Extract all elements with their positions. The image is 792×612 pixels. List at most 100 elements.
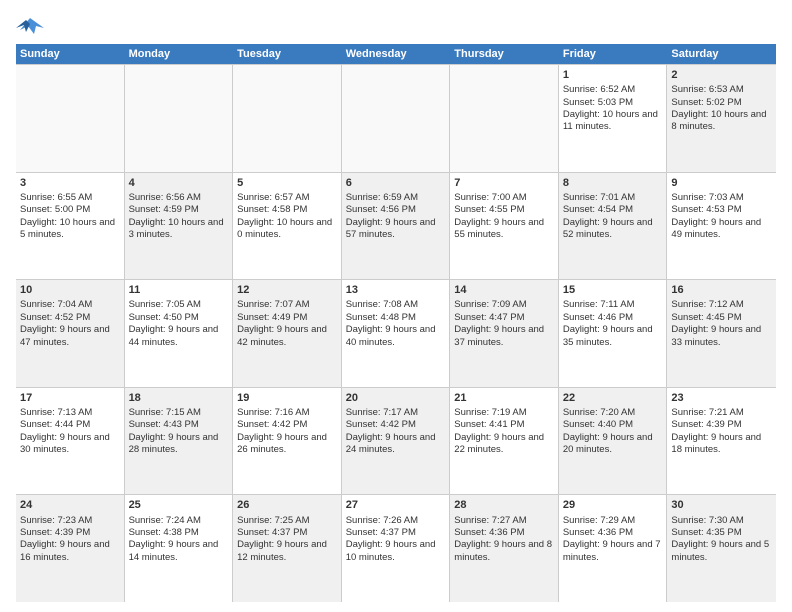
sunset-text: Sunset: 5:02 PM xyxy=(671,97,772,109)
cal-cell-12: 12Sunrise: 7:07 AMSunset: 4:49 PMDayligh… xyxy=(233,280,342,387)
logo-icon xyxy=(16,14,44,38)
cal-cell-10: 10Sunrise: 7:04 AMSunset: 4:52 PMDayligh… xyxy=(16,280,125,387)
daylight-text: Daylight: 9 hours and 12 minutes. xyxy=(237,539,337,564)
cal-row-2: 10Sunrise: 7:04 AMSunset: 4:52 PMDayligh… xyxy=(16,279,776,387)
sunrise-text: Sunrise: 7:30 AM xyxy=(671,515,772,527)
sunrise-text: Sunrise: 6:56 AM xyxy=(129,192,229,204)
daylight-text: Daylight: 9 hours and 5 minutes. xyxy=(671,539,772,564)
cal-cell-24: 24Sunrise: 7:23 AMSunset: 4:39 PMDayligh… xyxy=(16,495,125,602)
cal-cell-28: 28Sunrise: 7:27 AMSunset: 4:36 PMDayligh… xyxy=(450,495,559,602)
sunrise-text: Sunrise: 6:59 AM xyxy=(346,192,446,204)
sunrise-text: Sunrise: 7:29 AM xyxy=(563,515,663,527)
cal-cell-30: 30 Sunrise: 7:30 AMSunset: 4:35 PMDayligh… xyxy=(667,495,776,602)
sunrise-text: Sunrise: 7:11 AM xyxy=(563,299,663,311)
weekday-header-friday: Friday xyxy=(559,44,668,64)
cal-cell-9: 9Sunrise: 7:03 AMSunset: 4:53 PMDaylight… xyxy=(667,173,776,280)
weekday-header-wednesday: Wednesday xyxy=(342,44,451,64)
sunset-text: Sunset: 4:44 PM xyxy=(20,419,120,431)
cal-cell-3: 3Sunrise: 6:55 AMSunset: 5:00 PMDaylight… xyxy=(16,173,125,280)
day-number: 4 xyxy=(129,176,229,190)
sunrise-text: Sunrise: 7:20 AM xyxy=(563,407,663,419)
day-number: 6 xyxy=(346,176,446,190)
day-number: 18 xyxy=(129,391,229,405)
day-number: 2 xyxy=(671,68,772,82)
sunset-text: Sunset: 5:00 PM xyxy=(20,204,120,216)
daylight-text: Daylight: 9 hours and 57 minutes. xyxy=(346,217,446,242)
day-number: 30 xyxy=(671,498,772,512)
sunrise-text: Sunrise: 7:24 AM xyxy=(129,515,229,527)
cal-cell-20: 20Sunrise: 7:17 AMSunset: 4:42 PMDayligh… xyxy=(342,388,451,495)
daylight-text: Daylight: 10 hours and 11 minutes. xyxy=(563,109,663,134)
cal-cell-19: 19Sunrise: 7:16 AMSunset: 4:42 PMDayligh… xyxy=(233,388,342,495)
sunset-text: Sunset: 4:36 PM xyxy=(454,527,554,539)
cal-row-3: 17Sunrise: 7:13 AMSunset: 4:44 PMDayligh… xyxy=(16,387,776,495)
sunrise-text: Sunrise: 7:17 AM xyxy=(346,407,446,419)
sunrise-text: Sunrise: 7:21 AM xyxy=(671,407,772,419)
weekday-header-sunday: Sunday xyxy=(16,44,125,64)
cal-cell-14: 14Sunrise: 7:09 AMSunset: 4:47 PMDayligh… xyxy=(450,280,559,387)
day-number: 22 xyxy=(563,391,663,405)
cal-cell-29: 29Sunrise: 7:29 AMSunset: 4:36 PMDayligh… xyxy=(559,495,668,602)
daylight-text: Daylight: 9 hours and 44 minutes. xyxy=(129,324,229,349)
weekday-header-monday: Monday xyxy=(125,44,234,64)
sunrise-text: Sunrise: 6:52 AM xyxy=(563,84,663,96)
cal-cell-empty-0-0 xyxy=(16,65,125,172)
calendar: SundayMondayTuesdayWednesdayThursdayFrid… xyxy=(16,44,776,602)
daylight-text: Daylight: 10 hours and 0 minutes. xyxy=(237,217,337,242)
daylight-text: Daylight: 9 hours and 8 minutes. xyxy=(454,539,554,564)
sunset-text: Sunset: 4:36 PM xyxy=(563,527,663,539)
sunset-text: Sunset: 4:38 PM xyxy=(129,527,229,539)
sunrise-text: Sunrise: 7:09 AM xyxy=(454,299,554,311)
daylight-text: Daylight: 9 hours and 33 minutes. xyxy=(671,324,772,349)
sunset-text: Sunset: 4:47 PM xyxy=(454,312,554,324)
daylight-text: Daylight: 9 hours and 26 minutes. xyxy=(237,432,337,457)
sunrise-text: Sunrise: 7:04 AM xyxy=(20,299,120,311)
sunrise-text: Sunrise: 7:00 AM xyxy=(454,192,554,204)
sunset-text: Sunset: 4:39 PM xyxy=(671,419,772,431)
cal-cell-11: 11 Sunrise: 7:05 AMSunset: 4:50 PMDayligh… xyxy=(125,280,234,387)
cal-cell-17: 17Sunrise: 7:13 AMSunset: 4:44 PMDayligh… xyxy=(16,388,125,495)
sunset-text: Sunset: 4:49 PM xyxy=(237,312,337,324)
day-number: 19 xyxy=(237,391,337,405)
daylight-text: Daylight: 10 hours and 3 minutes. xyxy=(129,217,229,242)
daylight-text: Daylight: 9 hours and 49 minutes. xyxy=(671,217,772,242)
day-number: 10 xyxy=(20,283,120,297)
weekday-header-thursday: Thursday xyxy=(450,44,559,64)
cal-row-0: 1Sunrise: 6:52 AMSunset: 5:03 PMDaylight… xyxy=(16,64,776,172)
sunset-text: Sunset: 4:50 PM xyxy=(129,312,229,324)
sunset-text: Sunset: 4:45 PM xyxy=(671,312,772,324)
sunrise-text: Sunrise: 7:16 AM xyxy=(237,407,337,419)
sunset-text: Sunset: 4:56 PM xyxy=(346,204,446,216)
sunset-text: Sunset: 4:37 PM xyxy=(237,527,337,539)
day-number: 11 xyxy=(129,283,229,297)
cal-row-1: 3Sunrise: 6:55 AMSunset: 5:00 PMDaylight… xyxy=(16,172,776,280)
cal-cell-6: 6 Sunrise: 6:59 AMSunset: 4:56 PMDaylight… xyxy=(342,173,451,280)
daylight-text: Daylight: 9 hours and 52 minutes. xyxy=(563,217,663,242)
sunset-text: Sunset: 4:41 PM xyxy=(454,419,554,431)
calendar-body: 1Sunrise: 6:52 AMSunset: 5:03 PMDaylight… xyxy=(16,64,776,602)
daylight-text: Daylight: 9 hours and 14 minutes. xyxy=(129,539,229,564)
day-number: 15 xyxy=(563,283,663,297)
day-number: 3 xyxy=(20,176,120,190)
sunset-text: Sunset: 4:35 PM xyxy=(671,527,772,539)
cal-cell-22: 22Sunrise: 7:20 AMSunset: 4:40 PMDayligh… xyxy=(559,388,668,495)
day-number: 9 xyxy=(671,176,772,190)
day-number: 25 xyxy=(129,498,229,512)
sunset-text: Sunset: 4:55 PM xyxy=(454,204,554,216)
day-number: 7 xyxy=(454,176,554,190)
daylight-text: Daylight: 9 hours and 37 minutes. xyxy=(454,324,554,349)
cal-cell-7: 7Sunrise: 7:00 AMSunset: 4:55 PMDaylight… xyxy=(450,173,559,280)
cal-cell-8: 8Sunrise: 7:01 AMSunset: 4:54 PMDaylight… xyxy=(559,173,668,280)
sunset-text: Sunset: 4:40 PM xyxy=(563,419,663,431)
cal-cell-18: 18Sunrise: 7:15 AMSunset: 4:43 PMDayligh… xyxy=(125,388,234,495)
cal-cell-empty-0-2 xyxy=(233,65,342,172)
cal-row-4: 24Sunrise: 7:23 AMSunset: 4:39 PMDayligh… xyxy=(16,494,776,602)
weekday-header-tuesday: Tuesday xyxy=(233,44,342,64)
sunrise-text: Sunrise: 7:05 AM xyxy=(129,299,229,311)
daylight-text: Daylight: 9 hours and 16 minutes. xyxy=(20,539,120,564)
daylight-text: Daylight: 9 hours and 18 minutes. xyxy=(671,432,772,457)
sunrise-text: Sunrise: 7:03 AM xyxy=(671,192,772,204)
daylight-text: Daylight: 10 hours and 8 minutes. xyxy=(671,109,772,134)
logo xyxy=(16,14,48,38)
cal-cell-empty-0-4 xyxy=(450,65,559,172)
